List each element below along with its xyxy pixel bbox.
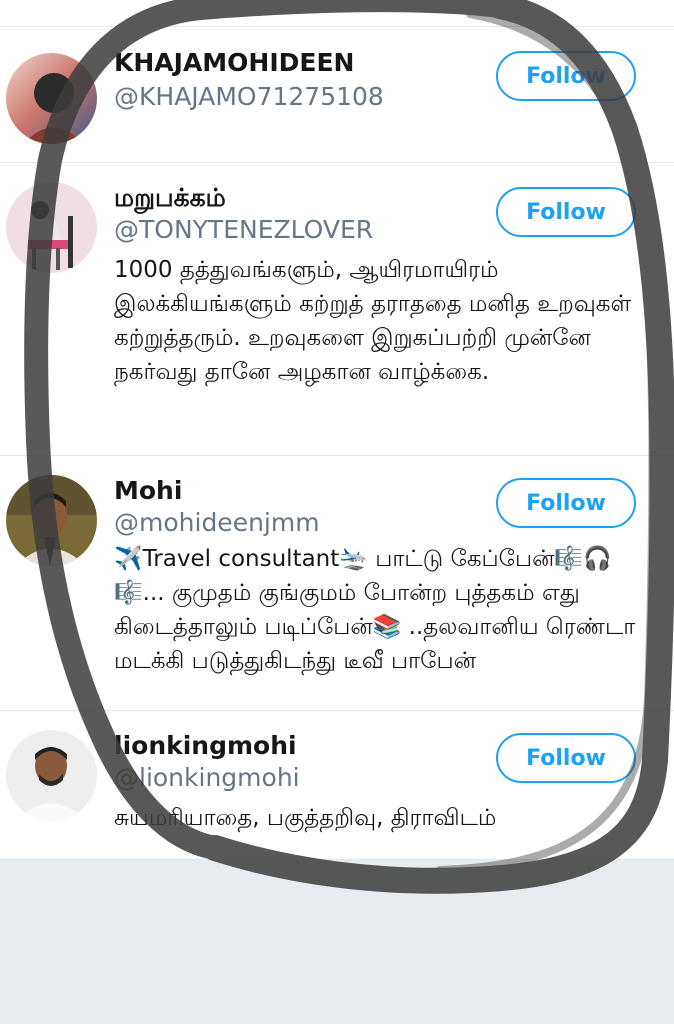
user-name[interactable]: KHAJAMOHIDEEN	[114, 48, 354, 78]
user-bio: சுயமரியாதை, பகுத்தறிவு, திராவிடம்	[114, 805, 497, 831]
follow-button[interactable]: Follow	[496, 187, 636, 237]
user-cell[interactable]: lionkingmohi @lionkingmohi சுயமரியாதை, ப…	[0, 711, 674, 860]
follow-button[interactable]: Follow	[496, 478, 636, 528]
user-cell[interactable]: மறுபக்கம் @TONYTENEZLOVER 1000 தத்துவங்க…	[0, 163, 674, 456]
user-name[interactable]: lionkingmohi	[114, 731, 297, 761]
user-cell[interactable]: KHAJAMOHIDEEN @KHAJAMO71275108 Follow	[0, 27, 674, 163]
user-handle[interactable]: @TONYTENEZLOVER	[114, 215, 373, 245]
follow-button[interactable]: Follow	[496, 733, 636, 783]
empty-footer-area	[0, 860, 674, 1024]
user-name[interactable]: Mohi	[114, 476, 182, 506]
user-handle[interactable]: @lionkingmohi	[114, 763, 300, 793]
top-bar	[0, 0, 674, 27]
follow-button[interactable]: Follow	[496, 51, 636, 101]
user-bio: ✈️Travel consultant🛬 பாட்டு கேப்பேன்🎼🎧🎼.…	[114, 546, 636, 674]
user-handle[interactable]: @KHAJAMO71275108	[114, 82, 384, 112]
user-bio: 1000 தத்துவங்களும், ஆயிரமாயிரம் இலக்கியங…	[114, 257, 632, 385]
user-cell[interactable]: Mohi @mohideenjmm ✈️Travel consultant🛬 ப…	[0, 456, 674, 711]
avatar[interactable]	[6, 53, 97, 144]
avatar[interactable]	[6, 730, 97, 821]
avatar[interactable]	[6, 475, 97, 566]
avatar[interactable]	[6, 182, 97, 273]
user-handle[interactable]: @mohideenjmm	[114, 508, 320, 538]
user-name[interactable]: மறுபக்கம்	[114, 183, 226, 213]
